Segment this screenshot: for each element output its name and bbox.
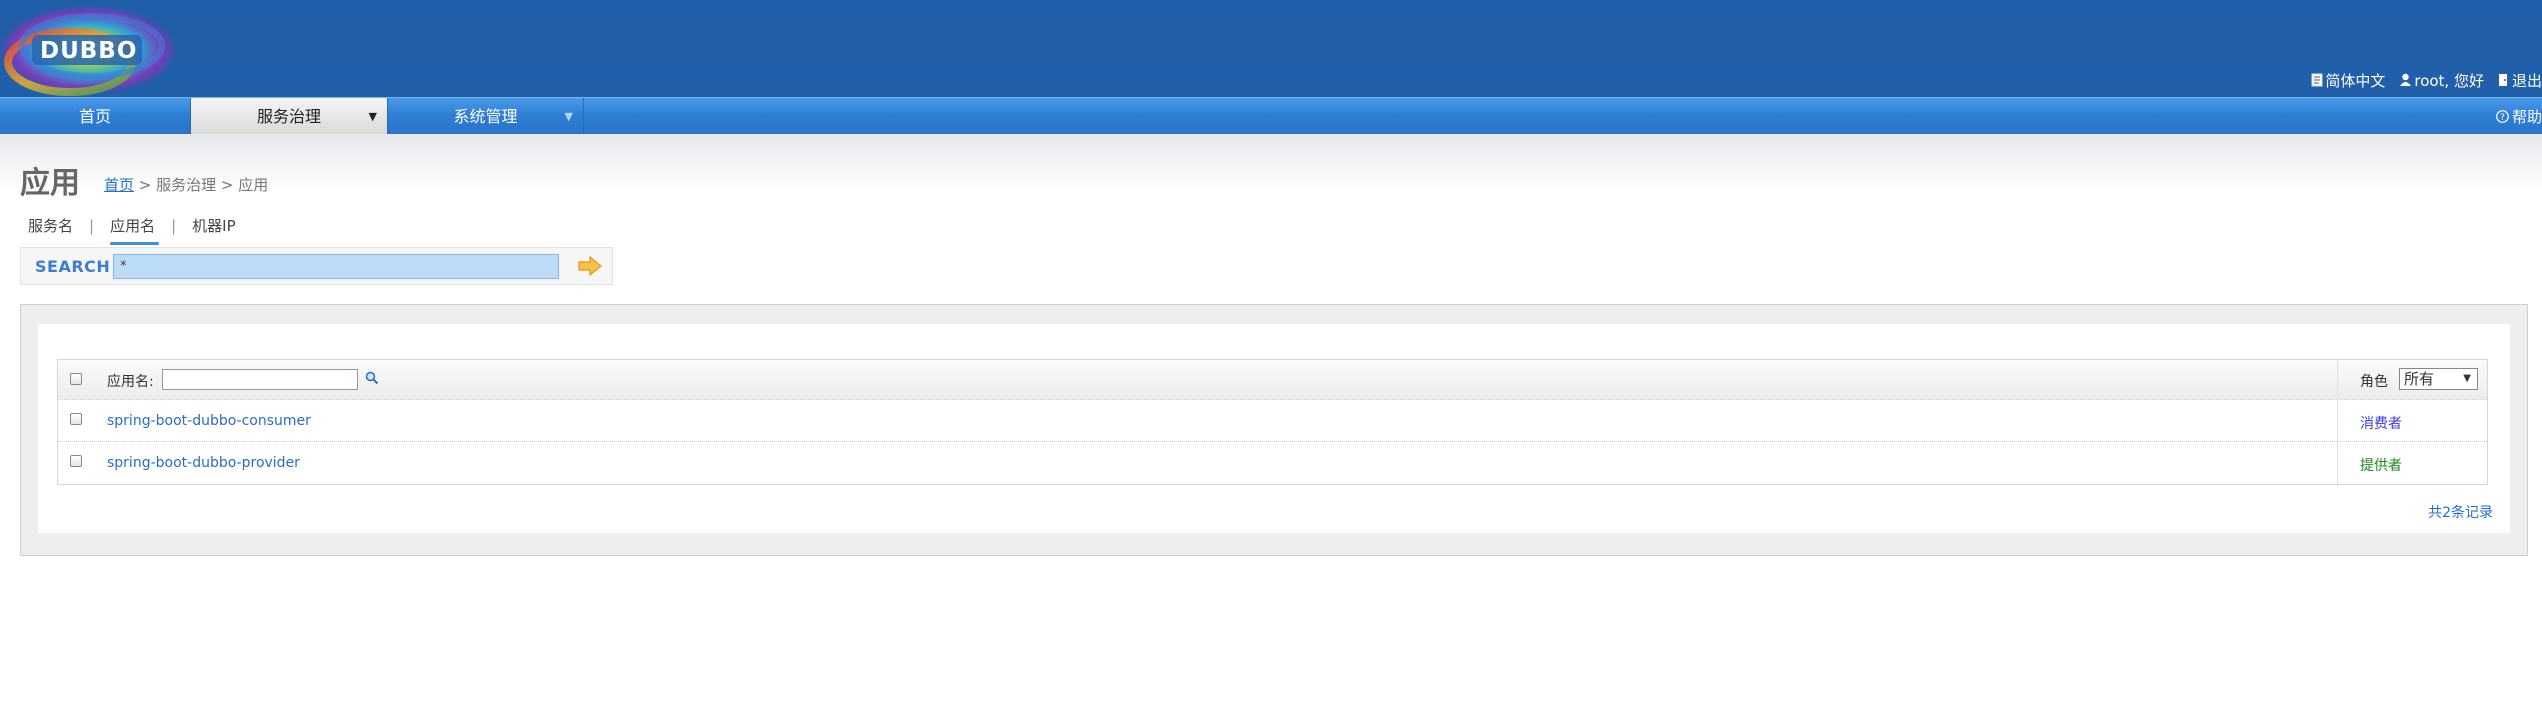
language-label: 简体中文 [2325, 71, 2386, 90]
main-menu: 首页 服务治理 ▼ 系统管理 ▼ ? 帮助 [0, 97, 2542, 135]
role-consumer: 消费者 [2360, 416, 2402, 432]
menu-item-label: 首页 [78, 107, 111, 126]
top-header: DUBBO 简体中文 root, 您好 退出 [0, 0, 2542, 97]
tab-service-name[interactable]: 服务名 [26, 215, 75, 236]
role-cell: 消费者 [2337, 400, 2487, 441]
chevron-down-icon: ▼ [2463, 373, 2471, 384]
search-box: SEARCH [20, 247, 613, 285]
role-select[interactable]: 所有 ▼ [2399, 368, 2478, 390]
logo-text: DUBBO [40, 38, 138, 64]
chevron-down-icon: ▼ [368, 110, 377, 123]
menu-item-service-governance[interactable]: 服务治理 ▼ [191, 98, 388, 135]
logout-icon [2498, 74, 2507, 86]
help-link[interactable]: ? 帮助 [2496, 98, 2542, 135]
table-header-row: 应用名: 角色 所有 ▼ [58, 360, 2487, 400]
application-name-label: 应用名: [107, 374, 154, 390]
tab-separator: | [89, 216, 95, 235]
menu-item-system-management[interactable]: 系统管理 ▼ [388, 98, 584, 135]
application-link[interactable]: spring-boot-dubbo-consumer [107, 413, 311, 429]
menu-item-home[interactable]: 首页 [0, 98, 191, 135]
results-panel: 应用名: 角色 所有 ▼ spring-boot-dubbo-consumer [20, 304, 2528, 556]
help-label: 帮助 [2511, 107, 2542, 126]
record-count: 共2条记录 [2428, 505, 2493, 521]
results-inner-panel: 应用名: 角色 所有 ▼ spring-boot-dubbo-consumer [38, 324, 2510, 533]
language-link[interactable]: 简体中文 [2311, 70, 2385, 91]
tab-separator: | [171, 216, 177, 235]
role-cell: 提供者 [2337, 442, 2487, 484]
role-label: 角色 [2360, 374, 2388, 390]
table-row: spring-boot-dubbo-provider 提供者 [58, 442, 2487, 484]
search-label: SEARCH [35, 257, 111, 276]
logout-label: 退出 [2511, 71, 2542, 90]
breadcrumb-trail: > 服务治理 > 应用 [134, 176, 269, 194]
role-select-value: 所有 [2404, 370, 2435, 388]
search-tabs: 服务名 | 应用名 | 机器IP [26, 215, 238, 245]
document-icon [2311, 73, 2323, 87]
breadcrumb: 首页 > 服务治理 > 应用 [104, 174, 268, 195]
tab-machine-ip[interactable]: 机器IP [190, 215, 237, 236]
user-icon [2400, 73, 2412, 86]
user-greeting: root, 您好 [2399, 70, 2484, 91]
search-icon[interactable] [365, 371, 379, 385]
role-provider: 提供者 [2360, 458, 2402, 474]
menu-item-label: 服务治理 [256, 107, 321, 126]
applications-table: 应用名: 角色 所有 ▼ spring-boot-dubbo-consumer [57, 359, 2488, 485]
application-filter-input[interactable] [162, 369, 358, 390]
menu-item-label: 系统管理 [453, 107, 518, 126]
help-icon: ? [2496, 110, 2509, 123]
tab-application-name[interactable]: 应用名 [108, 215, 160, 245]
breadcrumb-home-link[interactable]: 首页 [104, 176, 134, 194]
page-title: 应用 [20, 166, 80, 201]
dubbo-logo: DUBBO [0, 2, 180, 97]
header-shadow [0, 134, 2542, 194]
top-links: 简体中文 root, 您好 退出 [2311, 70, 2542, 90]
chevron-down-icon: ▼ [564, 110, 573, 123]
logout-link[interactable]: 退出 [2498, 70, 2542, 91]
row-checkbox[interactable] [70, 455, 82, 467]
svg-text:?: ? [2500, 113, 2505, 123]
arrow-right-icon[interactable] [577, 255, 603, 277]
role-column-header: 角色 所有 ▼ [2337, 360, 2487, 399]
select-all-checkbox[interactable] [70, 373, 82, 385]
search-input[interactable] [113, 254, 559, 279]
application-link[interactable]: spring-boot-dubbo-provider [107, 455, 300, 471]
table-row: spring-boot-dubbo-consumer 消费者 [58, 400, 2487, 442]
row-checkbox[interactable] [70, 413, 82, 425]
user-greeting-label: root, 您好 [2414, 71, 2484, 90]
